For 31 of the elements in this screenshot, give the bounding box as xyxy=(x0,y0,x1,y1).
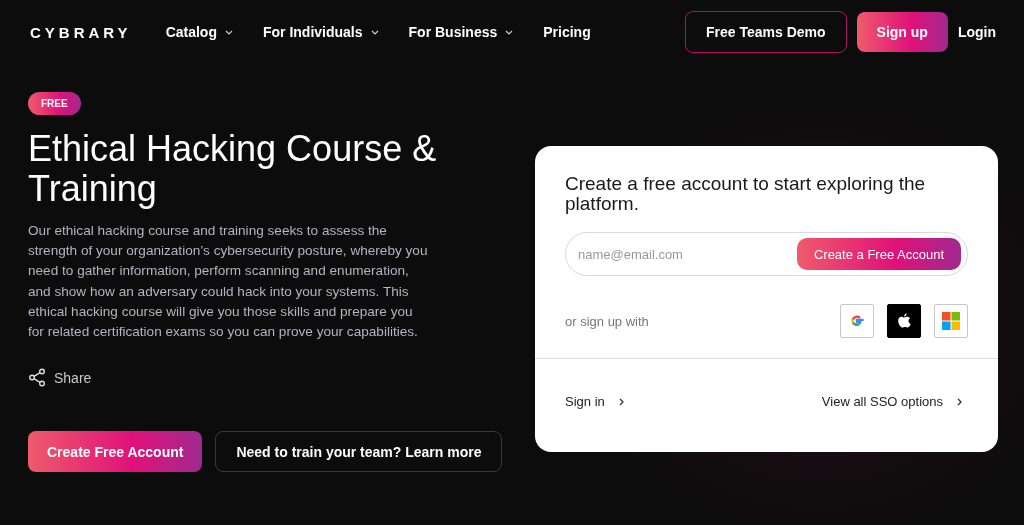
google-button[interactable] xyxy=(840,304,874,338)
signup-button[interactable]: Sign up xyxy=(856,12,948,52)
description: Our ethical hacking course and training seeks to assess the strength of your organization’s cybersecurity posture, whereby you need to gather information, perform scanning and enumeration, and show how an adversary could hack into your systems. This ethical hacking course will give you those skills and prepare you for related certification exams so you can prove your capabilities. xyxy=(28,222,428,341)
sso-options-link[interactable]: View all SSO options xyxy=(821,394,962,409)
share-link[interactable]: Share xyxy=(28,368,92,388)
free-badge: FREE xyxy=(28,92,81,115)
page-title: Ethical Hacking Course & Training xyxy=(28,129,438,209)
google-icon xyxy=(850,314,864,328)
apple-icon xyxy=(897,313,911,329)
caret-icon xyxy=(224,29,233,35)
login-link[interactable]: Login xyxy=(957,24,996,40)
create-account-button[interactable]: Create Free Account xyxy=(28,431,203,473)
sso-label: or sign up with xyxy=(565,313,649,329)
nav-link[interactable]: Catalog xyxy=(165,24,233,40)
nav-link[interactable]: For Individuals xyxy=(262,24,379,40)
create-account-button[interactable]: Create a Free Account xyxy=(796,238,961,270)
nav-link[interactable]: For Business xyxy=(408,24,514,40)
chevron-icon xyxy=(957,397,962,406)
chevron-icon xyxy=(618,397,624,406)
sign-in-link[interactable]: Sign in xyxy=(565,394,624,409)
learn-more-button[interactable]: Need to train your team? Learn more xyxy=(215,431,503,473)
card-heading: Create a free account to start exploring the platform. xyxy=(565,174,927,214)
apple-button[interactable] xyxy=(887,304,921,338)
microsoft-button[interactable] xyxy=(934,304,968,338)
share-icon xyxy=(28,368,47,388)
caret-icon xyxy=(370,29,379,35)
caret-icon xyxy=(505,29,514,35)
demo-button[interactable]: Free Teams Demo xyxy=(685,11,847,53)
logo[interactable]: CYBRARY xyxy=(30,23,132,41)
nav-link[interactable]: Pricing xyxy=(543,24,591,40)
microsoft-icon xyxy=(942,312,960,330)
